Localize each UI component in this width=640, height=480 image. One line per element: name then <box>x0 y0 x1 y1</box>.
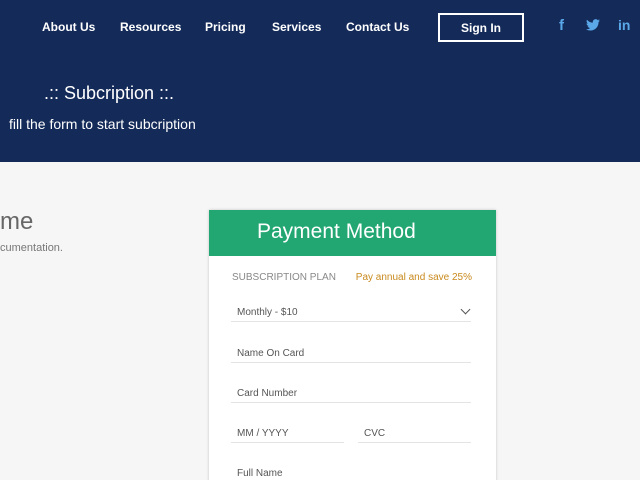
section-description: cumentation. <box>0 242 63 254</box>
facebook-icon[interactable]: f <box>559 17 564 34</box>
nav-resources[interactable]: Resources <box>120 20 181 34</box>
full-name-input[interactable] <box>231 467 471 480</box>
sign-in-button[interactable]: Sign In <box>438 13 524 42</box>
payment-form: Payment Method SUBSCRIPTION PLAN Pay ann… <box>209 210 496 480</box>
card-number-input[interactable] <box>231 387 471 403</box>
twitter-icon[interactable] <box>586 18 600 35</box>
section-heading: me <box>0 208 34 235</box>
annual-promo-link[interactable]: Pay annual and save 25% <box>356 272 472 283</box>
page-title: .:: Subcription ::. <box>44 83 175 103</box>
nav-pricing[interactable]: Pricing <box>205 20 246 34</box>
name-on-card-input[interactable] <box>231 347 471 363</box>
nav-services[interactable]: Services <box>272 20 321 34</box>
subscription-plan-label: SUBSCRIPTION PLAN <box>232 272 336 283</box>
linkedin-icon[interactable]: in <box>618 17 630 33</box>
plan-select[interactable]: Monthly - $10 <box>231 306 471 322</box>
page-subtitle: fill the form to start subcription <box>9 116 196 132</box>
cvc-input[interactable] <box>358 427 471 443</box>
hero-banner: About Us Resources Pricing Services Cont… <box>0 0 640 162</box>
nav-about-us[interactable]: About Us <box>42 20 95 34</box>
payment-method-title: Payment Method <box>209 210 496 256</box>
expiry-input[interactable] <box>231 427 344 443</box>
nav-contact-us[interactable]: Contact Us <box>346 20 409 34</box>
